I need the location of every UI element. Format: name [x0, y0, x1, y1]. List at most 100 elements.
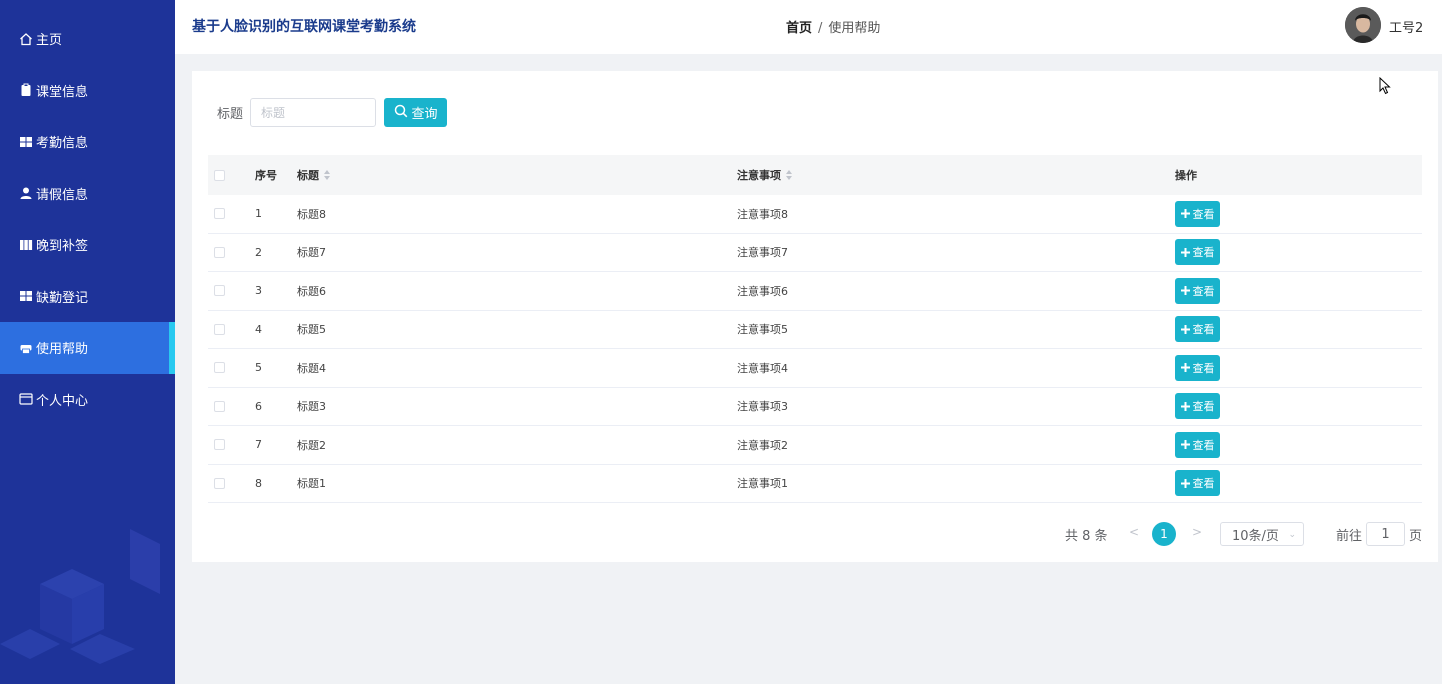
select-all-checkbox[interactable]: [214, 169, 225, 181]
cell-no: 2: [255, 245, 262, 259]
cell-title: 标题8: [297, 207, 326, 221]
chevron-down-icon: ⌄: [1288, 530, 1296, 540]
view-button[interactable]: 查看: [1175, 239, 1220, 266]
user-icon: [19, 186, 33, 200]
row-checkbox[interactable]: [214, 285, 225, 297]
sidebar-item-absence[interactable]: 缺勤登记: [0, 271, 175, 323]
cell-note: 注意事项7: [737, 246, 788, 260]
cell-no: 7: [255, 438, 262, 452]
cell-title: 标题5: [297, 323, 326, 337]
goto-unit: 页: [1409, 529, 1423, 544]
sidebar-item-label: 请假信息: [36, 187, 89, 203]
row-checkbox[interactable]: [214, 477, 225, 489]
row-checkbox[interactable]: [214, 362, 225, 374]
plus-icon: [1180, 478, 1190, 488]
cell-note: 注意事项4: [737, 361, 788, 375]
breadcrumb-home[interactable]: 首页: [786, 21, 812, 36]
row-checkbox[interactable]: [214, 323, 225, 335]
view-button-label: 查看: [1192, 361, 1215, 375]
goto-label: 前往: [1336, 529, 1363, 544]
page-number-current[interactable]: 1: [1152, 522, 1176, 546]
cell-title: 标题7: [297, 246, 326, 260]
pagination-total: 共 8 条: [1065, 529, 1108, 544]
grid-icon: [19, 135, 33, 149]
view-button[interactable]: 查看: [1175, 200, 1220, 227]
sidebar-decoration: [0, 529, 160, 664]
cell-note: 注意事项5: [737, 323, 788, 337]
mouse-cursor-icon: [1379, 76, 1391, 99]
cell-note: 注意事项3: [737, 400, 788, 414]
breadcrumb-current: 使用帮助: [828, 21, 881, 36]
sidebar-item-label: 课堂信息: [36, 84, 89, 100]
plus-icon: [1180, 324, 1190, 334]
plus-icon: [1180, 209, 1190, 219]
cell-note: 注意事项8: [737, 207, 788, 221]
pagination: 共 8 条 < 1 > 10条/页 ⌄ 前往 页: [192, 522, 1438, 546]
header-op: 操作: [1175, 169, 1197, 182]
header-note[interactable]: 注意事项: [729, 167, 1167, 183]
sidebar-item-attendance[interactable]: 考勤信息: [0, 116, 175, 168]
sidebar-item-late-signin[interactable]: 晚到补签: [0, 219, 175, 271]
breadcrumb: 首页 / 使用帮助: [786, 17, 880, 36]
view-button[interactable]: 查看: [1175, 393, 1220, 420]
card-icon: [19, 392, 33, 406]
sidebar-item-class-info[interactable]: 课堂信息: [0, 65, 175, 117]
sort-icon[interactable]: [786, 170, 792, 180]
sidebar-item-leave[interactable]: 请假信息: [0, 168, 175, 220]
view-button-label: 查看: [1192, 438, 1215, 452]
print-icon: [19, 341, 33, 355]
cell-title: 标题1: [297, 477, 326, 491]
search-input[interactable]: [250, 98, 377, 127]
row-checkbox[interactable]: [214, 246, 225, 258]
search-label: 标题: [217, 107, 244, 122]
prev-page-button[interactable]: <: [1129, 525, 1139, 539]
page-size-value: 10条/页: [1232, 528, 1279, 544]
view-button[interactable]: 查看: [1175, 316, 1220, 343]
sidebar: 主页 课堂信息 考勤信息 请假信息 晚到补签 缺勤登记 使用帮助 个人中心: [0, 0, 175, 684]
sidebar-item-label: 考勤信息: [36, 136, 89, 152]
page-size-select[interactable]: 10条/页 ⌄: [1220, 522, 1304, 546]
view-button-label: 查看: [1192, 207, 1215, 221]
header-title[interactable]: 标题: [289, 167, 729, 183]
book-icon: [19, 238, 33, 252]
grid-icon: [19, 289, 33, 303]
sidebar-item-help[interactable]: 使用帮助: [0, 322, 175, 374]
header-no: 序号: [255, 169, 277, 182]
row-checkbox[interactable]: [214, 400, 225, 412]
sort-icon[interactable]: [324, 170, 330, 180]
cell-title: 标题6: [297, 284, 326, 298]
cell-title: 标题3: [297, 400, 326, 414]
header-note-label: 注意事项: [737, 169, 781, 182]
app-title: 基于人脸识别的互联网课堂考勤系统: [192, 19, 416, 35]
table-row: 6 标题3 注意事项3 查看: [208, 388, 1422, 426]
view-button-label: 查看: [1192, 284, 1215, 298]
plus-icon: [1180, 363, 1190, 373]
content-card: 标题 查询 序号 标题 注意事项 操作 1 标题8 注意事项8 查看 2 标题7 注意事项7…: [192, 71, 1438, 562]
cell-note: 注意事项6: [737, 284, 788, 298]
avatar[interactable]: [1345, 7, 1381, 43]
goto-page-input[interactable]: [1366, 522, 1405, 546]
table-row: 3 标题6 注意事项6 查看: [208, 272, 1422, 311]
view-button-label: 查看: [1192, 323, 1215, 337]
next-page-button[interactable]: >: [1192, 525, 1202, 539]
row-checkbox[interactable]: [214, 439, 225, 451]
cell-no: 5: [255, 361, 262, 375]
search-button[interactable]: 查询: [384, 98, 448, 127]
cell-no: 6: [255, 399, 262, 413]
view-button[interactable]: 查看: [1175, 354, 1220, 381]
header-title-label: 标题: [297, 169, 319, 182]
row-checkbox[interactable]: [214, 208, 225, 220]
search-icon: [394, 104, 408, 122]
table-row: 2 标题7 注意事项7 查看: [208, 234, 1422, 272]
view-button[interactable]: 查看: [1175, 431, 1220, 458]
view-button-label: 查看: [1192, 246, 1215, 260]
table-body: 1 标题8 注意事项8 查看 2 标题7 注意事项7 查看 3 标题6 注意事项6 查看 4 标题5 注意事…: [208, 195, 1422, 503]
user-name[interactable]: 工号2: [1389, 17, 1423, 36]
sidebar-item-label: 个人中心: [36, 393, 89, 409]
view-button[interactable]: 查看: [1175, 470, 1220, 497]
table-row: 7 标题2 注意事项2 查看: [208, 426, 1422, 465]
sidebar-item-home[interactable]: 主页: [0, 13, 175, 65]
cell-no: 8: [255, 476, 262, 490]
sidebar-item-profile[interactable]: 个人中心: [0, 374, 175, 426]
view-button[interactable]: 查看: [1175, 277, 1220, 304]
